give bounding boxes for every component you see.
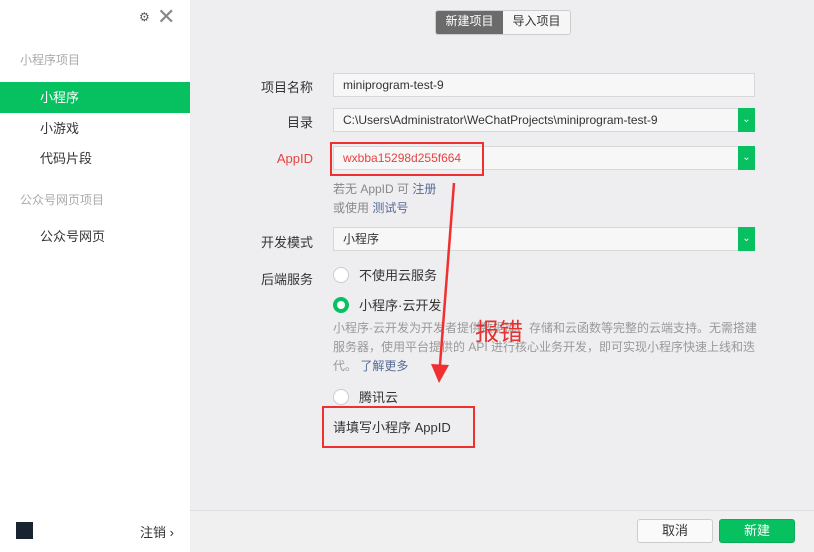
annotation-label: 报错 [475, 318, 523, 346]
annotation-arrow [431, 182, 456, 383]
cancel-button[interactable]: 取消 [637, 519, 713, 543]
create-button[interactable]: 新建 [719, 519, 795, 543]
